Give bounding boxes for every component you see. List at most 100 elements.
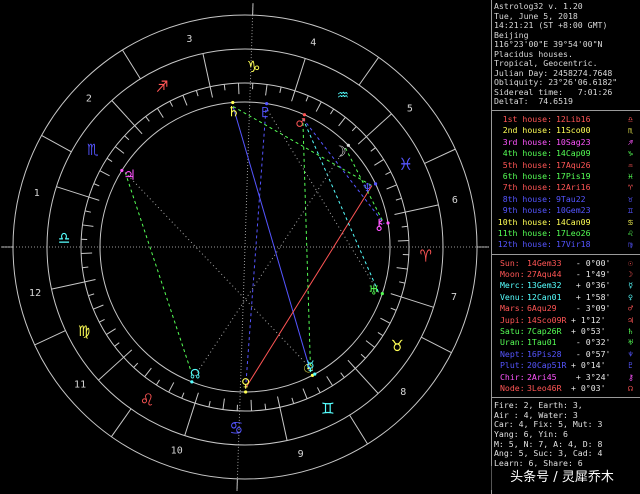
planet-marker [386,221,390,225]
aspect-line [302,118,385,224]
planet-aspect: - 3°09' [571,303,611,314]
planet-row: Uran: 1Tau01 - 0°32' ♅ [494,337,640,348]
degree-tick [209,86,213,98]
planet-position: 3Leo46R [527,383,562,393]
planet-aspect: - 1°49' [571,269,611,280]
planet-icon: ☽ [628,269,633,280]
degree-tick [401,225,408,228]
house-row: 8th house: 9Tau22 ♉ [494,194,640,205]
aspect-line [245,107,267,389]
degree-tick [99,170,110,177]
planet-position: 12Can01 [527,291,562,302]
zodiac-sign-icon: ♊ [322,397,334,419]
degree-tick [144,367,152,378]
stats-fire-earth: Fire: 2, Earth: 3, [494,401,583,411]
degree-tick [106,157,113,162]
house-cusp-line [349,414,368,445]
astrology-chart-wheel: ♈♉♊♋♌♍♎♏♐♑♒♓123 456789101112☉☽☿♀♂♃♄♅♆♇⚷☊ [1,3,489,491]
degree-tick [84,279,96,283]
degree-tick [114,146,125,154]
planet-aspect: + 1°58' [571,291,611,302]
degree-tick [82,224,94,227]
degree-tick [195,90,199,97]
planet-position: 2Ari45 [527,371,557,382]
degree-tick [386,184,397,190]
degree-tick [124,135,130,141]
zodiac-sign-icon: ♑ [248,55,260,77]
separator [491,253,640,255]
planet-name: Jupi: [500,314,525,325]
stats-quadrants: M: 5, N: 7, A: 4, D: 8 [494,439,603,449]
house-cusp-value: 17Aqu26 [556,159,591,170]
house-number: 7 [451,292,457,303]
planet-aspect: + 0°03' [571,383,606,393]
zodiac-sign-icon: ♐ [156,75,167,97]
sign-icon: ♏ [628,125,633,136]
planet-position: 16Pis28 [527,348,562,359]
degree-tick [223,84,226,91]
sign-icon: ♌ [628,227,633,238]
zodiac-sign-icon: ♎ [58,227,69,249]
planet-name: Moon: [500,269,525,280]
planet-icon: ♄ [628,326,633,337]
planet-row: Chir: 2Ari45 + 3°24' ⚷ [494,372,640,383]
zodiac-sign-icon: ♋ [231,417,242,439]
planet-position: 1Tau01 [527,337,557,348]
planet-icon: ♂ [628,303,633,314]
degree-tick [279,86,282,93]
planet-icon: ☉ [628,257,633,268]
degree-tick [194,392,199,404]
degree-tick [385,171,392,176]
element-statistics: Fire: 2, Earth: 3, Air : 4, Water: 3 Car… [494,401,640,468]
sign-icon: ♒ [628,159,633,170]
degree-tick [222,398,225,410]
degree-tick [390,293,402,298]
degree-tick [157,108,164,118]
stats-house-types: Ang: 5, Suc: 3, Cad: 4 [494,449,603,459]
house-number: 9 [298,449,304,460]
planet-position: 13Gem32 [527,280,562,291]
sign-boundary [354,368,379,394]
zodiac-sign-icon: ♍ [78,319,89,341]
degree-tick [265,84,268,96]
planet-row: Mars: 6Aqu29 - 3°09' ♂ [494,303,640,314]
degree-tick [302,388,308,399]
aspect-line [302,118,312,372]
house-cusp-value: 17Vir18 [556,239,591,250]
house-row: 9th house: 10Gem23 ♊ [494,205,640,216]
house-name: 3rd house: [502,136,552,147]
planet-position: 14Gem33 [527,257,562,268]
house-row: 11th house: 17Leo26 ♌ [494,228,640,239]
planet-icon: ☿ [628,280,633,291]
house-number: 1 [34,188,40,199]
house-row: 10th house: 14Can09 ♋ [494,217,640,228]
chart-date: Tue, June 5, 2018 [494,11,578,21]
zodiac-sign-icon: ♉ [392,334,403,356]
degree-tick [396,267,408,270]
planet-glyph-icon: ☊ [191,365,200,383]
chart-location: Beijing [494,30,529,40]
degree-tick [330,108,335,115]
planet-name: Plut: [500,360,525,371]
house-number: 5 [407,104,413,115]
watermark-text: 头条号 / 灵犀乔木 [484,466,640,490]
degree-tick [390,307,397,311]
aspect-line [232,106,312,372]
degree-tick [399,281,406,284]
planet-marker [346,143,350,147]
house-system: Placidus houses. [494,49,573,59]
sign-boundary [401,296,434,308]
house-number: 4 [310,38,316,49]
sign-boundary [366,113,392,138]
planet-glyph-icon: ♄ [229,102,238,120]
aspect-line [124,172,314,371]
planet-row: Nept: 16Pis28 - 0°57' ♆ [494,349,640,360]
planet-row: Satu: 7Cap26R + 0°53' ♄ [494,326,640,337]
panel-divider [491,0,492,494]
zodiac-sign-icon: ♓ [400,153,411,175]
julian-day: Julian Day: 2458274.7648 [494,68,613,78]
sign-icon: ♈ [628,182,633,193]
sign-boundary [184,403,196,436]
sign-icon: ♐ [628,136,633,147]
house-number: 11 [74,379,86,390]
